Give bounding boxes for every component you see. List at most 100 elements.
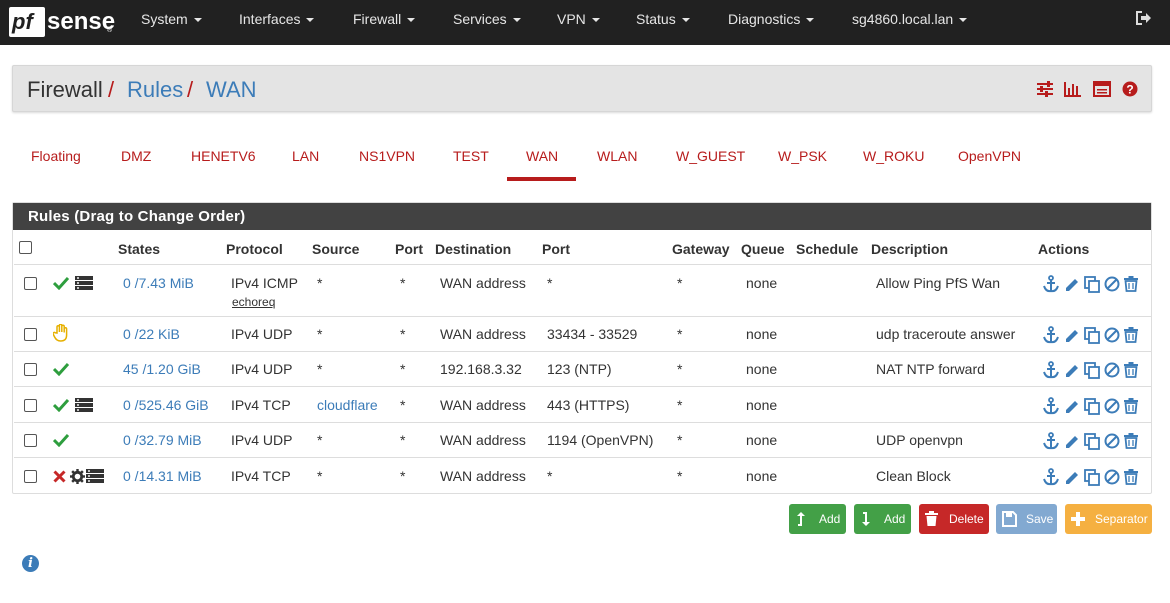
states-cell[interactable]: 0 /14.31 MiB [123, 468, 202, 484]
disable-icon[interactable] [1104, 433, 1120, 449]
menu-status[interactable]: Status [636, 11, 690, 27]
info-circle-icon[interactable]: i [22, 555, 39, 572]
disable-icon[interactable] [1104, 276, 1120, 292]
list-table-icon[interactable] [1093, 81, 1111, 97]
gateway-cell: * [677, 361, 683, 377]
menu-system[interactable]: System [141, 11, 202, 27]
tab-floating[interactable]: Floating [31, 148, 81, 164]
menu-firewall[interactable]: Firewall [353, 11, 416, 27]
states-cell[interactable]: 0 /525.46 GiB [123, 397, 209, 413]
states-cell[interactable]: 0 /22 KiB [123, 326, 180, 342]
disable-icon[interactable] [1104, 327, 1120, 343]
row-checkbox[interactable] [24, 363, 37, 376]
protocol-cell: IPv4 TCP [231, 468, 291, 484]
trash-icon[interactable] [1124, 276, 1138, 292]
copy-icon[interactable] [1084, 433, 1101, 450]
breadcrumb-wan[interactable]: WAN [206, 77, 257, 103]
description-cell: NAT NTP forward [876, 361, 985, 377]
copy-icon[interactable] [1084, 276, 1101, 293]
copy-icon[interactable] [1084, 327, 1101, 344]
svg-text:?: ? [1126, 83, 1133, 97]
tab-w-roku[interactable]: W_ROKU [863, 148, 924, 164]
destination-cell: WAN address [440, 326, 526, 342]
row-checkbox[interactable] [24, 434, 37, 447]
pencil-icon[interactable] [1064, 398, 1080, 414]
breadcrumb-separator: / [108, 77, 115, 102]
source-port-cell: * [400, 361, 406, 377]
copy-icon[interactable] [1084, 362, 1101, 379]
tab-wlan[interactable]: WLAN [597, 148, 637, 164]
disable-icon[interactable] [1104, 469, 1120, 485]
pencil-icon[interactable] [1064, 433, 1080, 449]
dest-port-cell: 123 (NTP) [547, 361, 612, 377]
source-port-cell: * [400, 326, 406, 342]
menu-hostname[interactable]: sg4860.local.lan [852, 11, 968, 27]
sliders-icon[interactable] [1036, 81, 1054, 97]
copy-icon[interactable] [1084, 469, 1101, 486]
states-cell[interactable]: 0 /32.79 MiB [123, 432, 202, 448]
help-icon[interactable]: ? [1121, 81, 1139, 97]
trash-icon[interactable] [1124, 433, 1138, 449]
tab-openvpn[interactable]: OpenVPN [958, 148, 1021, 164]
tab-w-guest[interactable]: W_GUEST [676, 148, 745, 164]
arrow-turn-down-icon [862, 512, 870, 526]
tab-lan[interactable]: LAN [292, 148, 319, 164]
trash-icon[interactable] [1124, 398, 1138, 414]
row-checkbox[interactable] [24, 277, 37, 290]
anchor-icon[interactable] [1043, 361, 1059, 379]
tab-w-psk[interactable]: W_PSK [778, 148, 827, 164]
row-divider [14, 386, 1152, 387]
pencil-icon[interactable] [1064, 276, 1080, 292]
row-checkbox[interactable] [24, 399, 37, 412]
tab-wan[interactable]: WAN [526, 148, 558, 164]
source-port-cell: * [400, 432, 406, 448]
pfsense-logo[interactable]: pf sense ® [9, 7, 115, 37]
states-cell[interactable]: 45 /1.20 GiB [123, 361, 201, 377]
sign-out-icon[interactable] [1134, 10, 1152, 26]
source-port-cell: * [400, 275, 406, 291]
add-rule-top-button[interactable]: Add [789, 504, 846, 534]
anchor-icon[interactable] [1043, 397, 1059, 415]
trash-icon[interactable] [1124, 362, 1138, 378]
row-checkbox[interactable] [24, 328, 37, 341]
interface-tabs: Floating DMZ HENETV6 LAN NS1VPN TEST WAN… [12, 140, 1152, 182]
copy-icon[interactable] [1084, 398, 1101, 415]
source-cell: * [317, 326, 323, 342]
tab-test[interactable]: TEST [453, 148, 489, 164]
anchor-icon[interactable] [1043, 432, 1059, 450]
select-all-checkbox[interactable] [19, 241, 32, 254]
states-cell[interactable]: 0 /7.43 MiB [123, 275, 194, 291]
save-button[interactable]: Save [996, 504, 1057, 534]
log-list-icon [75, 398, 93, 412]
chevron-down-icon [959, 18, 968, 23]
anchor-icon[interactable] [1043, 468, 1059, 486]
menu-services[interactable]: Services [453, 11, 521, 27]
row-checkbox[interactable] [24, 470, 37, 483]
tab-ns1vpn[interactable]: NS1VPN [359, 148, 415, 164]
destination-cell: WAN address [440, 397, 526, 413]
disable-icon[interactable] [1104, 398, 1120, 414]
dest-port-cell: 33434 - 33529 [547, 326, 638, 342]
gateway-cell: * [677, 397, 683, 413]
tab-dmz[interactable]: DMZ [121, 148, 151, 164]
protocol-cell: IPv4 UDP [231, 326, 293, 342]
anchor-icon[interactable] [1043, 326, 1059, 344]
separator-button[interactable]: Separator [1065, 504, 1152, 534]
breadcrumb-rules[interactable]: Rules [127, 77, 183, 103]
menu-interfaces[interactable]: Interfaces [239, 11, 315, 27]
trash-icon[interactable] [1124, 469, 1138, 485]
trash-icon[interactable] [1124, 327, 1138, 343]
disable-icon[interactable] [1104, 362, 1120, 378]
add-rule-bottom-button[interactable]: Add [854, 504, 911, 534]
pencil-icon[interactable] [1064, 327, 1080, 343]
pencil-icon[interactable] [1064, 469, 1080, 485]
pencil-icon[interactable] [1064, 362, 1080, 378]
source-cell[interactable]: cloudflare [317, 397, 378, 413]
icmp-type-link[interactable]: echoreq [232, 295, 275, 309]
anchor-icon[interactable] [1043, 275, 1059, 293]
menu-diagnostics[interactable]: Diagnostics [728, 11, 815, 27]
bar-chart-icon[interactable] [1064, 81, 1082, 97]
delete-button[interactable]: Delete [919, 504, 989, 534]
tab-henetv6[interactable]: HENETV6 [191, 148, 256, 164]
menu-vpn[interactable]: VPN [557, 11, 600, 27]
